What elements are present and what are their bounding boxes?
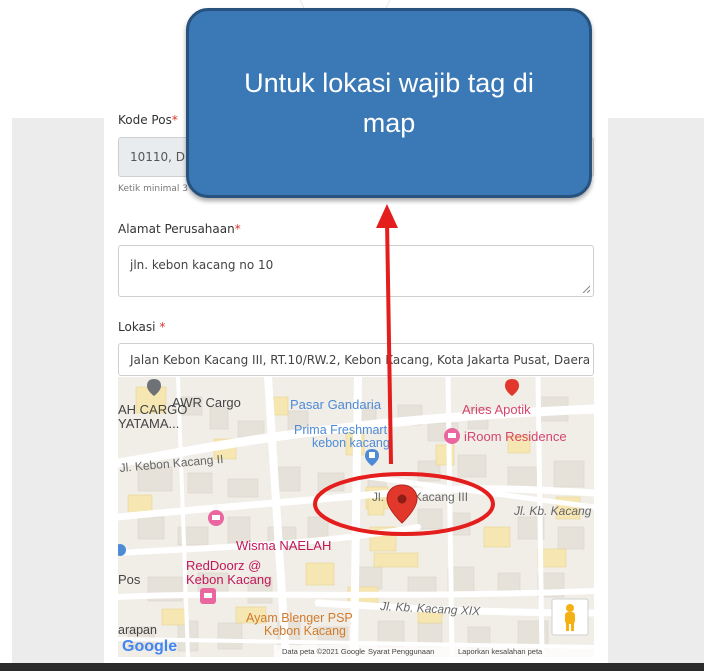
- company-address-textarea[interactable]: jln. kebon kacang no 10: [118, 245, 594, 297]
- postal-code-label: Kode Pos*: [118, 113, 178, 127]
- terms-link[interactable]: Syarat Penggunaan: [368, 647, 434, 656]
- postal-code-hint: Ketik minimal 3: [118, 184, 188, 194]
- street-label: Jl.: [372, 490, 384, 504]
- place-label: iRoom Residence: [464, 429, 567, 444]
- report-map-error-link[interactable]: Laporkan kesalahan peta: [458, 647, 543, 656]
- company-address-value: jln. kebon kacang no 10: [130, 258, 274, 272]
- bottom-strip: [0, 663, 704, 671]
- map-canvas[interactable]: AWR Cargo Pasar Gandaria Aries Apotik AH…: [118, 377, 594, 657]
- street-label: Jl. Kb. Kacang: [513, 504, 592, 518]
- place-label: AH CARGO: [118, 402, 187, 417]
- place-label: Pasar Gandaria: [290, 397, 382, 412]
- place-label: kebon kacang: [312, 436, 390, 450]
- place-label: Kebon Kacang: [264, 624, 346, 638]
- place-label: Wisma NAELAH: [236, 538, 331, 553]
- place-label: Prima Freshmart: [294, 423, 388, 437]
- street-label: Kacang III: [414, 490, 468, 504]
- place-label: Ayam Blenger PSP: [246, 611, 353, 625]
- place-label: arapan: [118, 623, 157, 637]
- street-view-pegman-icon[interactable]: [551, 598, 589, 636]
- location-label: Lokasi *: [118, 320, 166, 334]
- place-label: RedDoorz @: [186, 558, 261, 573]
- map-data-attribution: Data peta ©2021 Google: [282, 647, 365, 656]
- postal-code-value: 10110, D: [130, 150, 186, 164]
- location-search-input[interactable]: Jalan Kebon Kacang III, RT.10/RW.2, Kebo…: [118, 343, 594, 376]
- place-label: Aries Apotik: [462, 402, 531, 417]
- company-address-label: Alamat Perusahaan*: [118, 222, 241, 236]
- google-logo: Google: [122, 638, 177, 655]
- location-value: Jalan Kebon Kacang III, RT.10/RW.2, Kebo…: [130, 352, 591, 367]
- resize-grip-icon[interactable]: [582, 285, 590, 293]
- place-label: Pos: [118, 572, 141, 587]
- place-label: YATAMA...: [118, 416, 179, 431]
- location-map[interactable]: AWR Cargo Pasar Gandaria Aries Apotik AH…: [118, 377, 594, 657]
- callout-text: Untuk lokasi wajib tag di map: [244, 68, 534, 138]
- place-label: Kebon Kacang: [186, 572, 271, 587]
- annotation-callout: Untuk lokasi wajib tag di map: [186, 8, 592, 198]
